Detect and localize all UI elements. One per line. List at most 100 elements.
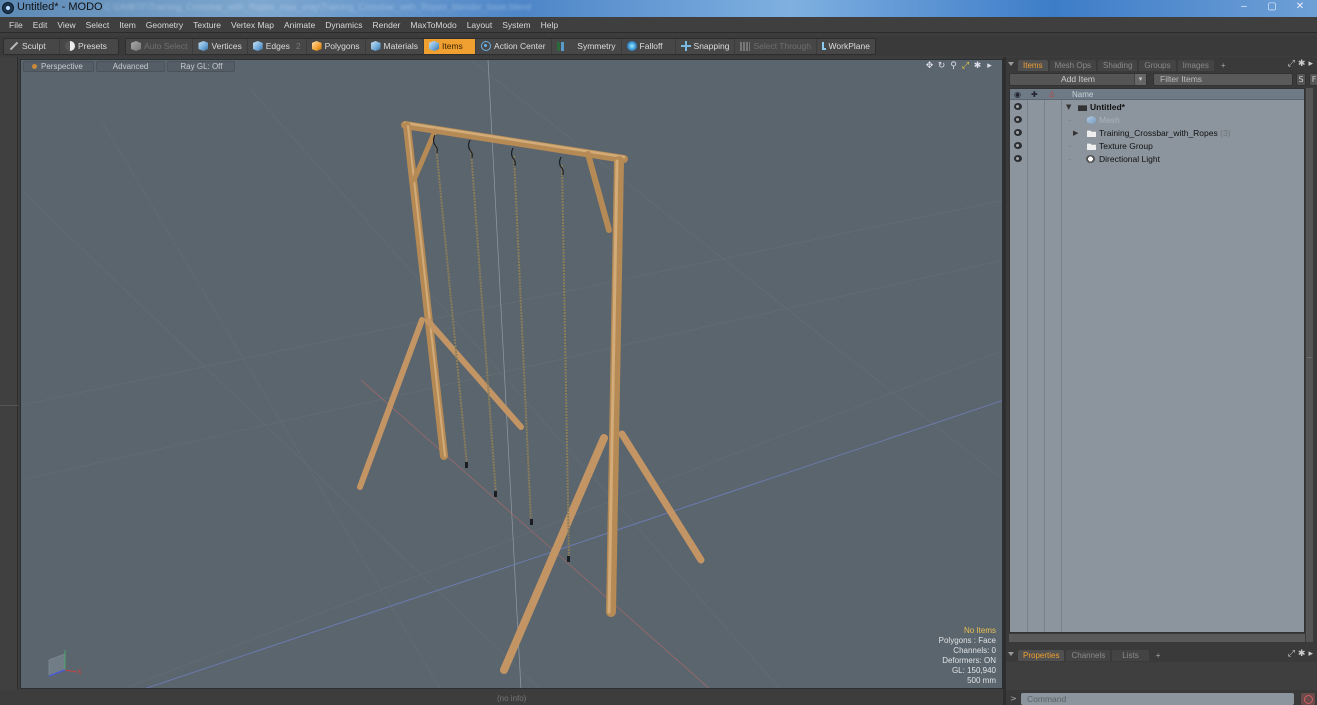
expand-panel-icon[interactable]: ⤢ — [1288, 59, 1295, 69]
materials-button[interactable]: Materials — [366, 38, 425, 54]
fit-view-icon[interactable]: ⤢ — [961, 61, 970, 71]
left-strip-divider — [0, 405, 18, 406]
vertices-button[interactable]: Vertices — [193, 38, 248, 54]
edges-button[interactable]: Edges 2 — [248, 38, 307, 54]
polygons-icon — [311, 41, 322, 51]
visibility-eye-icon[interactable] — [1014, 142, 1022, 149]
add-tab-button[interactable]: + — [1151, 650, 1166, 661]
main-toolbar: Sculpt Presets Auto Select Vertices Edge… — [0, 36, 1317, 56]
list-item-untitled[interactable]: ▼ Untitled* — [1010, 101, 1304, 114]
falloff-button[interactable]: Falloff — [622, 38, 676, 54]
visibility-eye-icon[interactable] — [1014, 116, 1022, 123]
panel-settings-icon[interactable]: ✱ — [1298, 649, 1306, 659]
list-item-directional-light[interactable]: – Directional Light — [1010, 153, 1304, 166]
presets-button[interactable]: Presets — [60, 39, 112, 54]
rope-3-end — [530, 519, 533, 525]
close-button[interactable]: ✕ — [1289, 0, 1311, 15]
add-item-dropdown-icon[interactable]: ▾ — [1134, 74, 1146, 85]
tab-shading[interactable]: Shading — [1098, 59, 1138, 71]
list-item-texture-group[interactable]: – Texture Group — [1010, 140, 1304, 153]
item-list[interactable]: ◉ ✚ ♙ Name ▼ Untitled* – Mesh ▶ Training… — [1009, 88, 1305, 633]
menu-dynamics[interactable]: Dynamics — [320, 20, 367, 30]
expand-arrow-icon[interactable]: ▼ — [1066, 103, 1071, 111]
reference-column-icon[interactable]: ♙ — [1048, 90, 1055, 99]
menu-animate[interactable]: Animate — [279, 20, 320, 30]
f-filter-button[interactable]: F — [1309, 73, 1317, 86]
add-tab-button[interactable]: + — [1216, 60, 1231, 71]
name-column-header[interactable]: Name — [1072, 90, 1093, 99]
menu-item[interactable]: Item — [114, 20, 141, 30]
item-list-resize-handle[interactable] — [1009, 634, 1305, 642]
vertices-icon — [198, 41, 209, 51]
3d-viewport[interactable]: X Perspective Advanced Ray GL: Off ✥ ↻ ⚲… — [20, 59, 1003, 689]
move-view-icon[interactable]: ✥ — [925, 61, 934, 71]
menu-texture[interactable]: Texture — [188, 20, 226, 30]
tab-images[interactable]: Images — [1177, 59, 1214, 71]
viewport-more-icon[interactable]: ▸ — [985, 61, 994, 71]
s-filter-button[interactable]: S — [1296, 73, 1306, 86]
visibility-eye-icon[interactable] — [1014, 103, 1022, 110]
items-button[interactable]: Items — [424, 38, 477, 54]
menu-system[interactable]: System — [497, 20, 535, 30]
falloff-label: Falloff — [639, 41, 663, 51]
menu-maxtomodo[interactable]: MaxToModo — [405, 20, 461, 30]
minimize-button[interactable]: – — [1233, 0, 1255, 15]
action-center-button[interactable]: Action Center — [476, 38, 552, 54]
menu-view[interactable]: View — [52, 20, 80, 30]
viewport-advanced-tab[interactable]: Advanced — [95, 61, 166, 72]
items-icon — [429, 41, 440, 51]
record-macro-button[interactable] — [1301, 693, 1315, 705]
command-input[interactable]: Command — [1021, 693, 1294, 705]
menu-render[interactable]: Render — [368, 20, 406, 30]
symmetry-button[interactable]: Symmetry — [552, 38, 622, 54]
tab-lists[interactable]: Lists — [1112, 649, 1149, 661]
viewport-perspective-tab[interactable]: Perspective — [23, 61, 94, 72]
scroll-grip-icon[interactable]: ⁀ — [1307, 358, 1312, 365]
right-corner-brace — [585, 151, 612, 233]
visibility-column-icon[interactable]: ◉ — [1014, 90, 1021, 99]
snapping-button[interactable]: Snapping — [676, 38, 736, 54]
tab-mesh-ops[interactable]: Mesh Ops — [1049, 59, 1097, 71]
tab-properties[interactable]: Properties — [1018, 649, 1065, 661]
rotate-view-icon[interactable]: ↻ — [937, 61, 946, 71]
zoom-view-icon[interactable]: ⚲ — [949, 61, 958, 71]
item-label: Training_Crossbar_with_Ropes (3) — [1099, 128, 1231, 138]
maximize-button[interactable]: ▢ — [1261, 0, 1283, 15]
sculpt-button[interactable]: Sculpt — [4, 38, 60, 54]
panel-more-icon[interactable]: ▸ — [1308, 649, 1313, 659]
menu-layout[interactable]: Layout — [462, 20, 498, 30]
x-axis-line — [360, 379, 710, 688]
list-item-training-crossbar[interactable]: ▶ Training_Crossbar_with_Ropes (3) — [1010, 127, 1304, 140]
menu-edit[interactable]: Edit — [28, 20, 53, 30]
add-item-button[interactable]: Add Item ▾ — [1009, 73, 1147, 86]
tab-channels[interactable]: Channels — [1066, 649, 1111, 661]
axis-gizmo-x-label: X — [77, 668, 82, 676]
command-prompt: > — [1010, 694, 1017, 703]
menu-geometry[interactable]: Geometry — [141, 20, 188, 30]
list-item-mesh[interactable]: – Mesh — [1010, 114, 1304, 127]
auto-select-button[interactable]: Auto Select — [126, 38, 194, 54]
expand-arrow-icon[interactable]: ▶ — [1073, 129, 1078, 137]
workplane-button[interactable]: WorkPlane — [817, 39, 875, 54]
select-through-button[interactable]: Select Through — [735, 38, 817, 54]
menu-help[interactable]: Help — [536, 20, 563, 30]
visibility-eye-icon[interactable] — [1014, 155, 1022, 162]
viewport-menu-dot-icon[interactable] — [32, 64, 37, 69]
window-file-path: C:\DMBTF\Training_Crossbar_with_Ropes_ma… — [104, 2, 532, 12]
viewport-settings-icon[interactable]: ✱ — [973, 61, 982, 71]
item-list-scrollbar[interactable]: ⁀ — [1306, 88, 1313, 642]
lock-column-icon[interactable]: ✚ — [1031, 90, 1038, 99]
panel-more-icon[interactable]: ▸ — [1308, 59, 1313, 69]
expand-panel-icon[interactable]: ⤢ — [1288, 649, 1295, 659]
menu-select[interactable]: Select — [81, 20, 115, 30]
tab-groups[interactable]: Groups — [1139, 59, 1176, 71]
panel-settings-icon[interactable]: ✱ — [1298, 59, 1306, 69]
visibility-eye-icon[interactable] — [1014, 129, 1022, 136]
filter-items-input[interactable]: Filter Items — [1153, 73, 1293, 86]
polygons-button[interactable]: Polygons — [307, 38, 366, 54]
menu-vertex-map[interactable]: Vertex Map — [226, 20, 279, 30]
training-crossbar-model — [357, 121, 705, 674]
menu-file[interactable]: File — [4, 20, 28, 30]
tab-items[interactable]: Items — [1018, 59, 1048, 71]
viewport-raygl-tab[interactable]: Ray GL: Off — [167, 61, 236, 72]
